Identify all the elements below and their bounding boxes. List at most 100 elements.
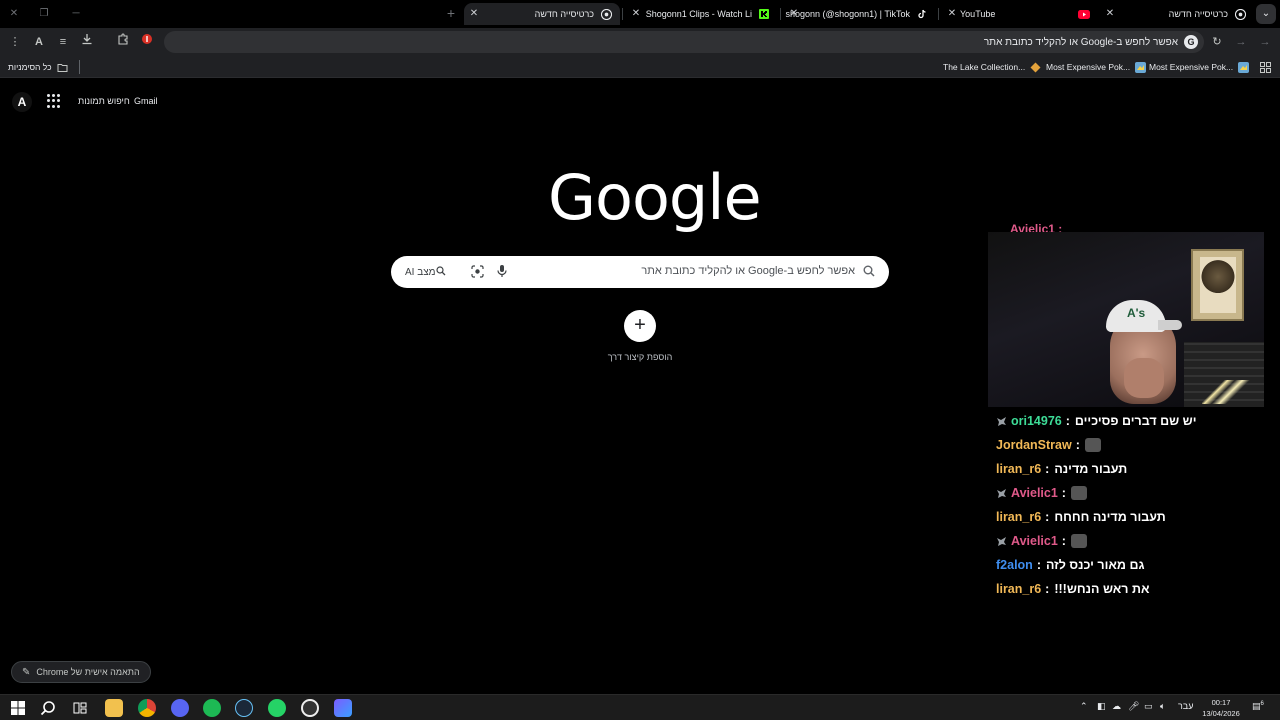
tab-kick-clips[interactable]: Shogonn1 Clips - Watch Li ✕ — [626, 3, 776, 25]
chat-message: liran_r6: את ראש הנחש!!! — [996, 577, 1266, 601]
chat-username[interactable]: JordanStraw — [996, 438, 1072, 452]
chat-separator: : — [1045, 510, 1050, 524]
google-logo: Google — [548, 161, 762, 234]
forward-icon[interactable]: → — [1232, 33, 1250, 51]
reload-icon[interactable]: ↻ — [1208, 33, 1226, 51]
tab-title: כרטיסייה חדשה — [1168, 9, 1228, 19]
spotify-icon[interactable] — [203, 699, 221, 717]
youtube-icon — [1078, 8, 1090, 20]
close-tab-icon[interactable]: ✕ — [946, 8, 958, 20]
search-icon[interactable] — [39, 699, 57, 717]
tab-title: YouTube — [960, 9, 996, 19]
google-apps-icon[interactable] — [47, 94, 61, 108]
tray-cloud-icon[interactable]: ☁ — [1112, 701, 1121, 712]
chat-message: f2alon: גם מאור יכנס לזה — [996, 553, 1266, 577]
wall-portrait — [1191, 249, 1244, 321]
tab-tiktok[interactable]: shogonn (@shogonn1) | TikTok ✕ — [784, 3, 934, 25]
discord-icon[interactable] — [171, 699, 189, 717]
chat-username[interactable]: Avielic1 — [1011, 486, 1058, 500]
chat-message: Avielic1: — [996, 481, 1266, 505]
windows-start-icon[interactable] — [9, 699, 27, 717]
close-tab-icon[interactable]: ✕ — [630, 8, 642, 20]
extensions-icon[interactable] — [114, 33, 132, 51]
pokemon-site-icon — [1135, 61, 1147, 73]
new-tab-button[interactable]: + — [444, 6, 458, 20]
tab-search-chevron-icon[interactable]: ⌄ — [1256, 4, 1276, 24]
chat-separator: : — [1075, 438, 1080, 452]
all-bookmarks-button[interactable]: כל הסימניות — [8, 60, 68, 74]
taskbar: ⌃ ◧ ☁ 🎤︎ ▭ 🔈︎ עבר 00:17 13/04/2026 ▤6 — [0, 694, 1280, 720]
chat-message: liran_r6: תעבור מדינה חחחח — [996, 505, 1266, 529]
chat-separator: : — [1045, 462, 1050, 476]
close-tab-icon[interactable]: ✕ — [468, 8, 480, 20]
tab-youtube[interactable]: YouTube ✕ — [942, 3, 1096, 25]
tab-new-tab[interactable]: כרטיסייה חדשה ✕ — [1100, 3, 1250, 25]
chat-separator: : — [1061, 486, 1066, 500]
whatsapp-icon[interactable] — [268, 699, 286, 717]
microphone-tray-icon[interactable]: 🎤︎ — [1128, 701, 1139, 712]
gmail-link[interactable]: Gmail — [134, 96, 158, 106]
chat-message-text: יש שם דברים פסיכיים — [1074, 414, 1197, 428]
close-window-icon[interactable]: ✕ — [6, 6, 22, 22]
reading-list-icon[interactable]: ≡ — [54, 33, 72, 51]
address-bar[interactable]: אפשר לחפש ב-Google או להקליד כתובת אתר G — [164, 31, 1204, 53]
extension-red-icon[interactable] — [138, 33, 156, 51]
notifications-icon[interactable]: ▤6 — [1252, 701, 1264, 712]
volume-icon[interactable]: 🔈︎ — [1160, 701, 1165, 712]
bookmark-most-expensive-1[interactable]: Most Expensive Pok... — [1046, 60, 1147, 74]
ai-mode-button[interactable]: מצב AI — [399, 262, 456, 282]
chat-username[interactable]: liran_r6 — [996, 582, 1041, 596]
add-shortcut-button[interactable]: + — [624, 310, 656, 342]
network-icon[interactable]: ▭ — [1144, 701, 1153, 712]
clock[interactable]: 00:17 13/04/2026 — [1200, 697, 1242, 719]
obs-icon[interactable] — [301, 699, 319, 717]
account-avatar[interactable]: A — [12, 92, 32, 112]
app-launcher-icon[interactable] — [334, 699, 352, 717]
bookmark-label: Most Expensive Pok... — [1149, 62, 1234, 72]
microphone-icon[interactable] — [496, 264, 510, 280]
search-placeholder: אפשר לחפש ב-Google או להקליד כתובת אתר — [641, 265, 855, 277]
close-tab-icon[interactable]: ✕ — [788, 8, 800, 20]
minimize-window-icon[interactable]: ─ — [68, 6, 84, 22]
chrome-taskbar-icon[interactable] — [138, 699, 156, 717]
chat-username[interactable]: ori14976 — [1011, 414, 1062, 428]
close-tab-icon[interactable]: ✕ — [1104, 8, 1116, 20]
tab-title: Shogonn1 Clips - Watch Li — [645, 9, 752, 19]
chat-username[interactable]: Avielic1 — [1011, 534, 1058, 548]
restore-window-icon[interactable]: ❐ — [36, 6, 52, 22]
google-lens-icon[interactable] — [471, 265, 485, 279]
streamer-hand — [1124, 358, 1164, 398]
chat-username[interactable]: liran_r6 — [996, 462, 1041, 476]
download-icon[interactable] — [78, 33, 96, 51]
tray-chevron-icon[interactable]: ⌃ — [1080, 701, 1088, 712]
language-indicator[interactable]: עבר — [1178, 701, 1193, 711]
profile-a-icon[interactable]: A — [30, 33, 48, 51]
file-explorer-icon[interactable] — [105, 699, 123, 717]
chat-badge-icon — [996, 416, 1007, 427]
tray-app-icon[interactable]: ◧ — [1097, 701, 1106, 712]
task-view-icon[interactable] — [71, 699, 89, 717]
bookmarks-separator — [79, 60, 80, 74]
toolbar: ⋮ A ≡ אפשר לחפש ב-Google או להקליד כתובת… — [0, 28, 1280, 56]
back-icon[interactable]: → — [1256, 33, 1274, 51]
search-box[interactable]: אפשר לחפש ב-Google או להקליד כתובת אתר מ… — [391, 256, 889, 288]
tab-strip: ✕ ❐ ─ + כרטיסייה חדשה ✕ Shogonn1 Clips -… — [0, 0, 1280, 28]
bookmark-most-expensive-2[interactable]: Most Expensive Pok... — [1149, 60, 1250, 74]
chat-message: JordanStraw: — [996, 433, 1266, 457]
chat-message-text: תעבור מדינה חחחח — [1054, 510, 1166, 524]
menu-kebab-icon[interactable]: ⋮ — [6, 33, 24, 51]
bookmark-lake-collection[interactable]: The Lake Collection... — [943, 60, 1041, 74]
chat-username[interactable]: liran_r6 — [996, 510, 1041, 524]
chat-username[interactable]: f2alon — [996, 558, 1033, 572]
tab-separator — [622, 8, 623, 20]
search-icon — [863, 264, 877, 278]
steam-icon[interactable] — [235, 699, 253, 717]
chat-separator: : — [1036, 558, 1041, 572]
images-link[interactable]: חיפוש תמונות — [78, 96, 130, 106]
chat-message: Avielic1: — [996, 529, 1266, 553]
apps-grid-icon[interactable] — [1260, 60, 1271, 74]
customize-chrome-button[interactable]: התאמה אישית של Chrome ✎ — [11, 661, 151, 683]
ai-mode-label: מצב AI — [405, 266, 436, 278]
bookmark-label: Most Expensive Pok... — [1046, 62, 1131, 72]
tab-new-tab-active[interactable]: כרטיסייה חדשה ✕ — [464, 3, 620, 25]
